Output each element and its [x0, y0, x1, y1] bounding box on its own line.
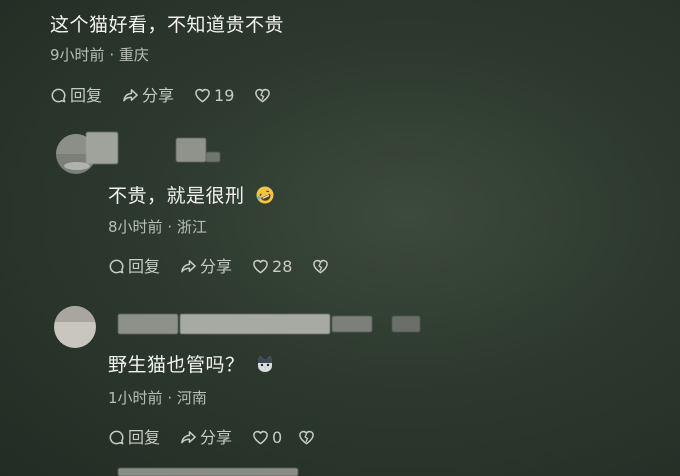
like-button[interactable]: 28 — [252, 258, 292, 275]
share-icon — [181, 431, 196, 444]
meta-separator: · — [109, 46, 115, 64]
reply-button[interactable]: 回复 — [50, 87, 102, 104]
username-redacted — [180, 314, 330, 334]
dislike-icon[interactable] — [254, 87, 271, 104]
username-redacted — [86, 132, 118, 164]
reply-icon — [109, 259, 124, 274]
like-count: 19 — [214, 86, 235, 105]
rofl-icon — [256, 186, 274, 204]
like-count: 28 — [272, 257, 293, 276]
share-label: 分享 — [200, 428, 233, 447]
comment-location: 浙江 — [176, 218, 207, 236]
comment-time: 9小时前 — [50, 46, 105, 64]
share-label: 分享 — [200, 257, 233, 276]
comment-location: 河南 — [176, 389, 207, 407]
like-count: 0 — [272, 428, 283, 447]
comment-time: 8小时前 — [108, 218, 163, 236]
comment-text: 不贵，就是很刑 — [108, 185, 245, 207]
reply-label: 回复 — [70, 86, 103, 105]
reply-label: 回复 — [128, 428, 161, 447]
comment-text-row: 野生猫也管吗？ — [108, 350, 275, 377]
share-button[interactable]: 分享 — [180, 429, 232, 446]
dislike-icon[interactable] — [298, 429, 315, 446]
heart-icon — [253, 259, 268, 274]
username-redacted — [118, 314, 178, 334]
dislike-icon[interactable] — [312, 258, 329, 275]
reply-button[interactable]: 回复 — [108, 429, 160, 446]
share-icon — [123, 89, 138, 102]
heart-icon — [253, 430, 268, 445]
comment-meta: 9小时前 · 重庆 — [50, 44, 149, 65]
comment-time: 1小时前 — [108, 389, 163, 407]
cat-face-icon — [258, 356, 273, 372]
comment-meta: 1小时前 · 河南 — [108, 387, 207, 408]
username-redacted — [176, 138, 206, 162]
comment-actions: 回复 分享 28 — [108, 258, 329, 275]
avatar[interactable] — [54, 306, 96, 348]
reply-icon — [109, 430, 124, 445]
like-button[interactable]: 19 — [194, 87, 234, 104]
comment-actions: 回复 分享 0 — [108, 429, 315, 446]
heart-icon — [195, 88, 210, 103]
meta-separator: · — [167, 389, 173, 407]
comment-meta: 8小时前 · 浙江 — [108, 216, 207, 237]
share-button[interactable]: 分享 — [122, 87, 174, 104]
like-button[interactable]: 0 — [252, 429, 282, 446]
reply-label: 回复 — [128, 257, 161, 276]
reply-button[interactable]: 回复 — [108, 258, 160, 275]
comment-text: 野生猫也管吗？ — [108, 354, 245, 376]
share-icon — [181, 260, 196, 273]
comment-text-row: 不贵，就是很刑 — [108, 181, 275, 208]
comment-text: 这个猫好看，不知道贵不贵 — [50, 14, 285, 36]
comment-location: 重庆 — [118, 46, 149, 64]
meta-separator: · — [167, 218, 173, 236]
reply-icon — [51, 88, 66, 103]
share-button[interactable]: 分享 — [180, 258, 232, 275]
comment-actions: 回复 分享 19 — [50, 87, 271, 104]
share-label: 分享 — [142, 86, 175, 105]
next-comment-redacted — [118, 468, 298, 476]
